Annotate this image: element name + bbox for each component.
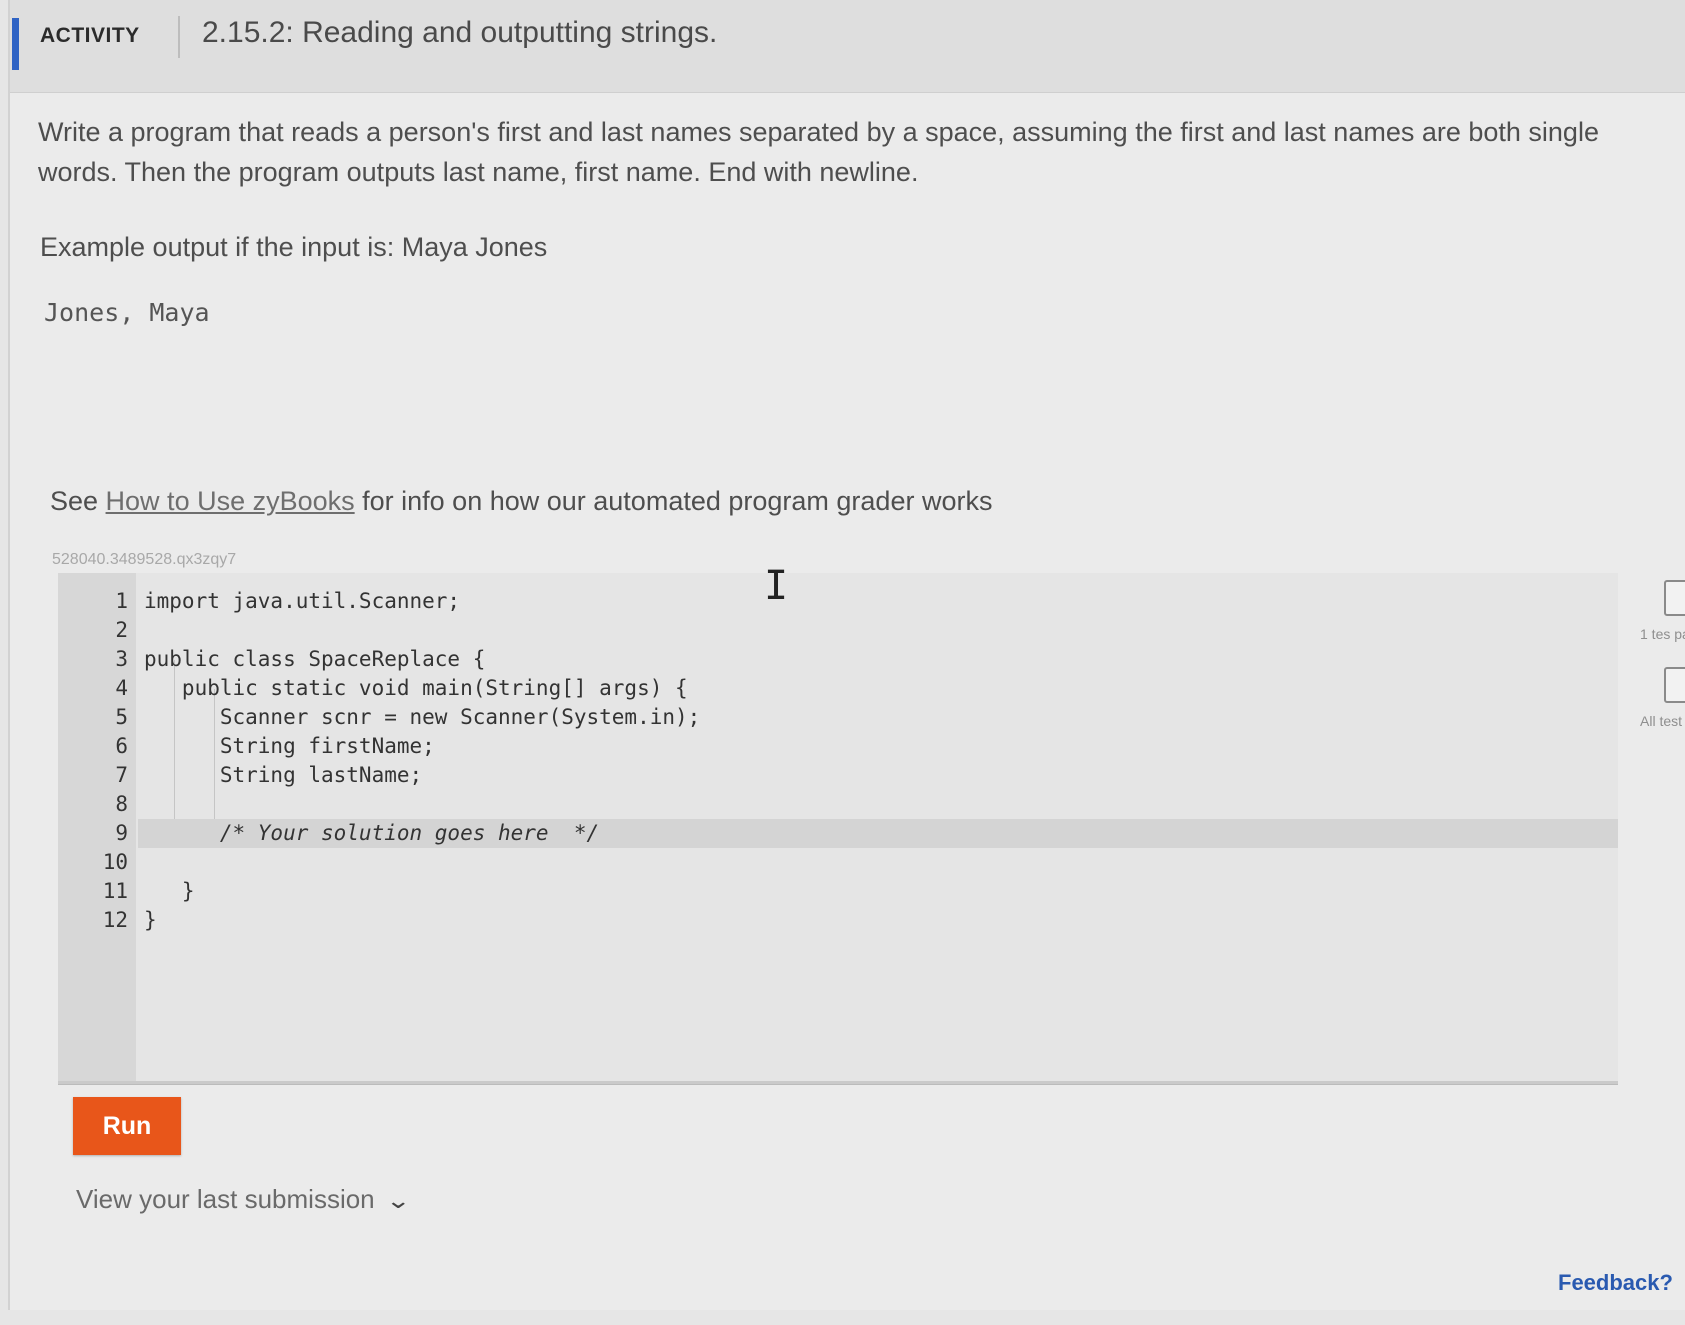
solution-comment: /* Your solution goes here */	[144, 821, 600, 845]
help-line: See How to Use zyBooks for info on how o…	[50, 486, 992, 517]
code-line[interactable]: 2	[58, 616, 1618, 645]
problem-id: 528040.3489528.qx3zqy7	[52, 551, 237, 568]
line-code: Scanner scnr = new Scanner(System.in);	[144, 705, 701, 729]
code-line-active[interactable]: 9 /* Your solution goes here */	[115, 819, 1618, 848]
view-last-submission-toggle[interactable]: View your last submission ⌄	[76, 1184, 411, 1215]
line-number: 7	[115, 763, 128, 787]
problem-prompt: Write a program that reads a person's fi…	[38, 117, 1599, 187]
mouse-ibeam-cursor-icon: I	[764, 563, 789, 609]
header-divider	[178, 16, 180, 58]
run-button[interactable]: Run	[73, 1097, 181, 1155]
code-line[interactable]: 4 public static void main(String[] args)…	[58, 674, 1618, 703]
all-tests-checkbox-icon	[1664, 667, 1685, 703]
line-number: 5	[115, 705, 128, 729]
last-submission-label: View your last submission	[76, 1184, 375, 1214]
activity-card: ACTIVITY 2.15.2: Reading and outputting …	[8, 0, 1685, 1310]
line-number: 8	[115, 792, 128, 816]
line-number: 6	[115, 734, 128, 758]
line-code: String firstName;	[144, 734, 435, 758]
line-number: 1	[115, 589, 128, 613]
all-tests-label: All test passe	[1640, 713, 1685, 729]
activity-title: 2.15.2: Reading and outputting strings.	[202, 16, 718, 49]
feedback-link[interactable]: Feedback?	[1558, 1270, 1673, 1296]
line-code: import java.util.Scanner;	[144, 589, 461, 613]
line-number: 10	[102, 850, 128, 874]
test-passed-label: 1 tes passe	[1640, 626, 1685, 642]
help-prefix: See	[50, 486, 106, 516]
code-editor[interactable]: 1 import java.util.Scanner; 2 3 public c…	[58, 573, 1618, 1084]
line-code: }	[144, 908, 157, 932]
chevron-down-icon: ⌄	[384, 1188, 411, 1213]
activity-header: ACTIVITY 2.15.2: Reading and outputting …	[10, 0, 1685, 93]
line-number: 2	[115, 618, 128, 642]
code-line[interactable]: 7 String lastName;	[58, 761, 1618, 790]
line-code: public class SpaceReplace {	[144, 647, 486, 671]
line-code: String lastName;	[144, 763, 423, 787]
code-line[interactable]: 3 public class SpaceReplace {	[58, 645, 1618, 674]
code-line[interactable]: 12 }	[58, 906, 1618, 935]
help-suffix: for info on how our automated program gr…	[354, 486, 993, 516]
line-code: }	[144, 879, 195, 903]
line-number: 3	[115, 647, 128, 671]
line-number: 9	[115, 821, 128, 845]
code-line[interactable]: 5 Scanner scnr = new Scanner(System.in);	[58, 703, 1618, 732]
how-to-use-zybooks-link[interactable]: How to Use zyBooks	[106, 486, 355, 516]
line-code: public static void main(String[] args) {	[144, 676, 688, 700]
test-status-panel: 1 tes passe All test passe	[1640, 580, 1685, 754]
test-passed-checkbox-icon	[1664, 580, 1685, 616]
activity-label: ACTIVITY	[40, 24, 140, 47]
example-output: Jones, Maya	[44, 298, 210, 327]
code-line[interactable]: 1 import java.util.Scanner;	[58, 587, 1618, 616]
example-label: Example output if the input is: Maya Jon…	[40, 232, 548, 262]
line-number: 11	[102, 879, 128, 903]
code-line[interactable]: 10	[58, 848, 1618, 877]
line-number: 4	[115, 676, 128, 700]
code-line[interactable]: 8	[58, 790, 1618, 819]
code-line[interactable]: 6 String firstName;	[58, 732, 1618, 761]
code-line[interactable]: 11 }	[58, 877, 1618, 906]
line-number: 12	[102, 908, 128, 932]
header-accent-bar	[12, 18, 19, 70]
